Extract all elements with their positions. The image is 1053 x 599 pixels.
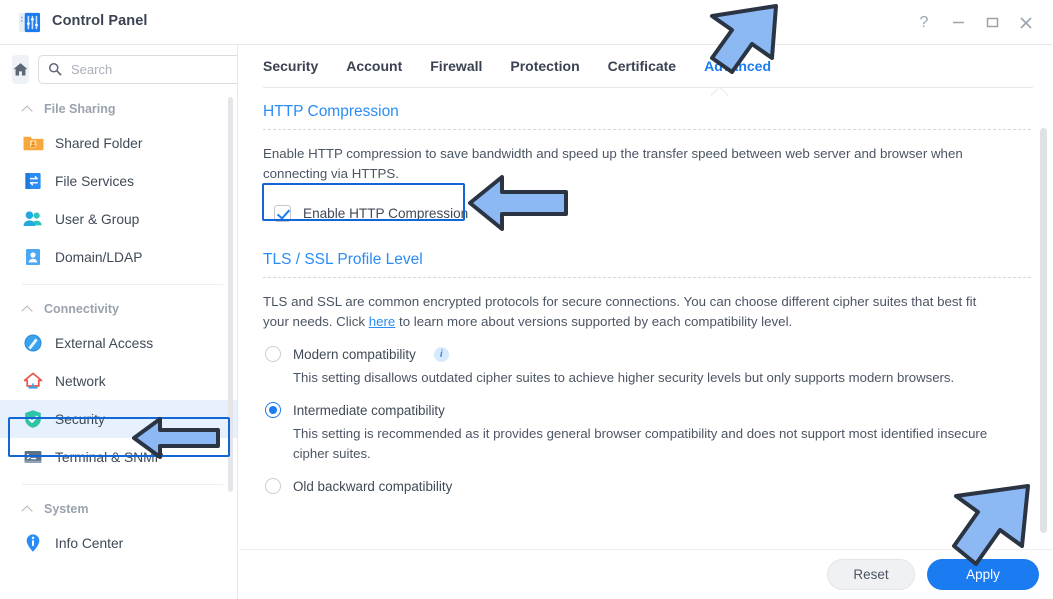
- sidebar-item-label: File Services: [55, 173, 134, 189]
- sidebar-item-label: Network: [55, 373, 106, 389]
- sidebar-divider: [22, 484, 223, 485]
- home-button[interactable]: [12, 54, 29, 84]
- help-icon[interactable]: ?: [907, 7, 941, 39]
- shared-folder-icon: [23, 136, 44, 151]
- file-services-icon: [25, 173, 41, 189]
- radio-old-backward-compatibility-button[interactable]: [265, 478, 281, 494]
- sidebar: File Sharing Shared Folder File Services: [0, 45, 238, 599]
- intermediate-compatibility-description: This setting is recommended as it provid…: [293, 426, 988, 461]
- tls-ssl-title: TLS / SSL Profile Level: [263, 251, 423, 268]
- enable-http-compression-label: Enable HTTP Compression: [303, 206, 469, 221]
- tls-desc-part2: to learn more about versions supported b…: [395, 314, 793, 329]
- radio-old-backward-compatibility-label: Old backward compatibility: [293, 478, 453, 494]
- search-box[interactable]: [38, 54, 237, 84]
- settings-content: HTTP Compression Enable HTTP compression…: [239, 88, 1053, 554]
- main-panel: Security Account Firewall Protection Cer…: [239, 45, 1053, 599]
- tab-protection[interactable]: Protection: [496, 45, 593, 87]
- info-center-icon: [26, 534, 40, 552]
- apply-button[interactable]: Apply: [927, 559, 1039, 590]
- maximize-icon[interactable]: [975, 7, 1009, 39]
- reset-button[interactable]: Reset: [827, 559, 915, 590]
- sidebar-divider: [22, 284, 223, 285]
- radio-intermediate-compatibility-label: Intermediate compatibility: [293, 402, 445, 418]
- radio-intermediate-compatibility[interactable]: Intermediate compatibility: [239, 402, 1053, 418]
- sidebar-item-terminal-snmp[interactable]: Terminal & SNMP: [0, 438, 237, 476]
- user-group-icon: [23, 211, 42, 226]
- sidebar-item-label: External Access: [55, 335, 154, 351]
- sidebar-item-security[interactable]: Security: [0, 400, 237, 438]
- http-compression-title: HTTP Compression: [263, 103, 399, 120]
- http-compression-description: Enable HTTP compression to save bandwidt…: [263, 146, 963, 181]
- tab-account[interactable]: Account: [332, 45, 416, 87]
- search-input[interactable]: [69, 60, 237, 78]
- sidebar-search-row: [0, 45, 237, 93]
- sidebar-item-label: Domain/LDAP: [55, 249, 143, 265]
- tab-bar: Security Account Firewall Protection Cer…: [239, 45, 1053, 87]
- radio-old-backward-compatibility[interactable]: Old backward compatibility: [239, 478, 1053, 494]
- tls-ssl-description: TLS and SSL are common encrypted protoco…: [239, 278, 1029, 332]
- domain-ldap-icon: [26, 249, 40, 265]
- chevron-up-icon: [22, 303, 33, 314]
- info-icon[interactable]: i: [433, 346, 449, 362]
- network-icon: [23, 372, 43, 389]
- sidebar-item-file-services[interactable]: File Services: [0, 162, 237, 200]
- window-title: Control Panel: [52, 13, 148, 29]
- sidebar-item-shared-folder[interactable]: Shared Folder: [0, 124, 237, 162]
- minimize-icon[interactable]: [941, 7, 975, 39]
- sidebar-group-label: File Sharing: [44, 101, 116, 116]
- content-scrollbar[interactable]: [1040, 128, 1047, 533]
- close-icon[interactable]: [1009, 7, 1043, 39]
- tab-certificate[interactable]: Certificate: [594, 45, 690, 87]
- radio-intermediate-compatibility-button[interactable]: [265, 402, 281, 418]
- home-icon: [13, 62, 28, 75]
- sidebar-item-label: Security: [55, 411, 105, 427]
- sidebar-group-file-sharing[interactable]: File Sharing: [0, 93, 237, 124]
- sidebar-item-network[interactable]: Network: [0, 362, 237, 400]
- sidebar-group-label: System: [44, 501, 89, 516]
- radio-modern-compatibility-label: Modern compatibility: [293, 346, 416, 362]
- sidebar-item-external-access[interactable]: External Access: [0, 324, 237, 362]
- sidebar-item-user-group[interactable]: User & Group: [0, 200, 237, 238]
- chevron-up-icon: [22, 503, 33, 514]
- window-titlebar: Control Panel ?: [0, 0, 1053, 45]
- radio-modern-compatibility-button[interactable]: [265, 346, 281, 362]
- sidebar-group-connectivity[interactable]: Connectivity: [0, 293, 237, 324]
- tab-firewall[interactable]: Firewall: [416, 45, 496, 87]
- tab-advanced[interactable]: Advanced: [690, 45, 785, 87]
- chevron-up-icon: [22, 103, 33, 114]
- control-panel-icon: [18, 12, 41, 33]
- sidebar-item-info-center[interactable]: Info Center: [0, 524, 237, 562]
- radio-modern-compatibility[interactable]: Modern compatibility i: [239, 346, 1053, 362]
- sidebar-item-domain-ldap[interactable]: Domain/LDAP: [0, 238, 237, 276]
- sidebar-group-label: Connectivity: [44, 301, 120, 316]
- control-panel-window: Control Panel ? Search File Sharing Shar…: [0, 0, 1053, 599]
- security-shield-icon: [25, 410, 41, 428]
- sidebar-item-label: Terminal & SNMP: [55, 449, 164, 465]
- enable-http-compression-checkbox[interactable]: [274, 205, 291, 222]
- sidebar-scrollbar[interactable]: [228, 97, 233, 492]
- modern-compatibility-description: This setting disallows outdated cipher s…: [293, 370, 955, 385]
- footer-bar: Reset Apply: [239, 549, 1053, 599]
- tab-security[interactable]: Security: [263, 45, 332, 87]
- external-access-icon: [24, 334, 42, 352]
- sidebar-item-label: Info Center: [55, 535, 124, 551]
- sidebar-group-system[interactable]: System: [0, 493, 237, 524]
- search-icon: [49, 63, 62, 76]
- sidebar-item-label: User & Group: [55, 211, 140, 227]
- here-link[interactable]: here: [369, 314, 396, 329]
- sidebar-item-label: Shared Folder: [55, 135, 143, 151]
- window-controls: ?: [907, 0, 1043, 45]
- terminal-snmp-icon: [24, 451, 42, 463]
- enable-http-compression-row[interactable]: Enable HTTP Compression: [263, 198, 481, 229]
